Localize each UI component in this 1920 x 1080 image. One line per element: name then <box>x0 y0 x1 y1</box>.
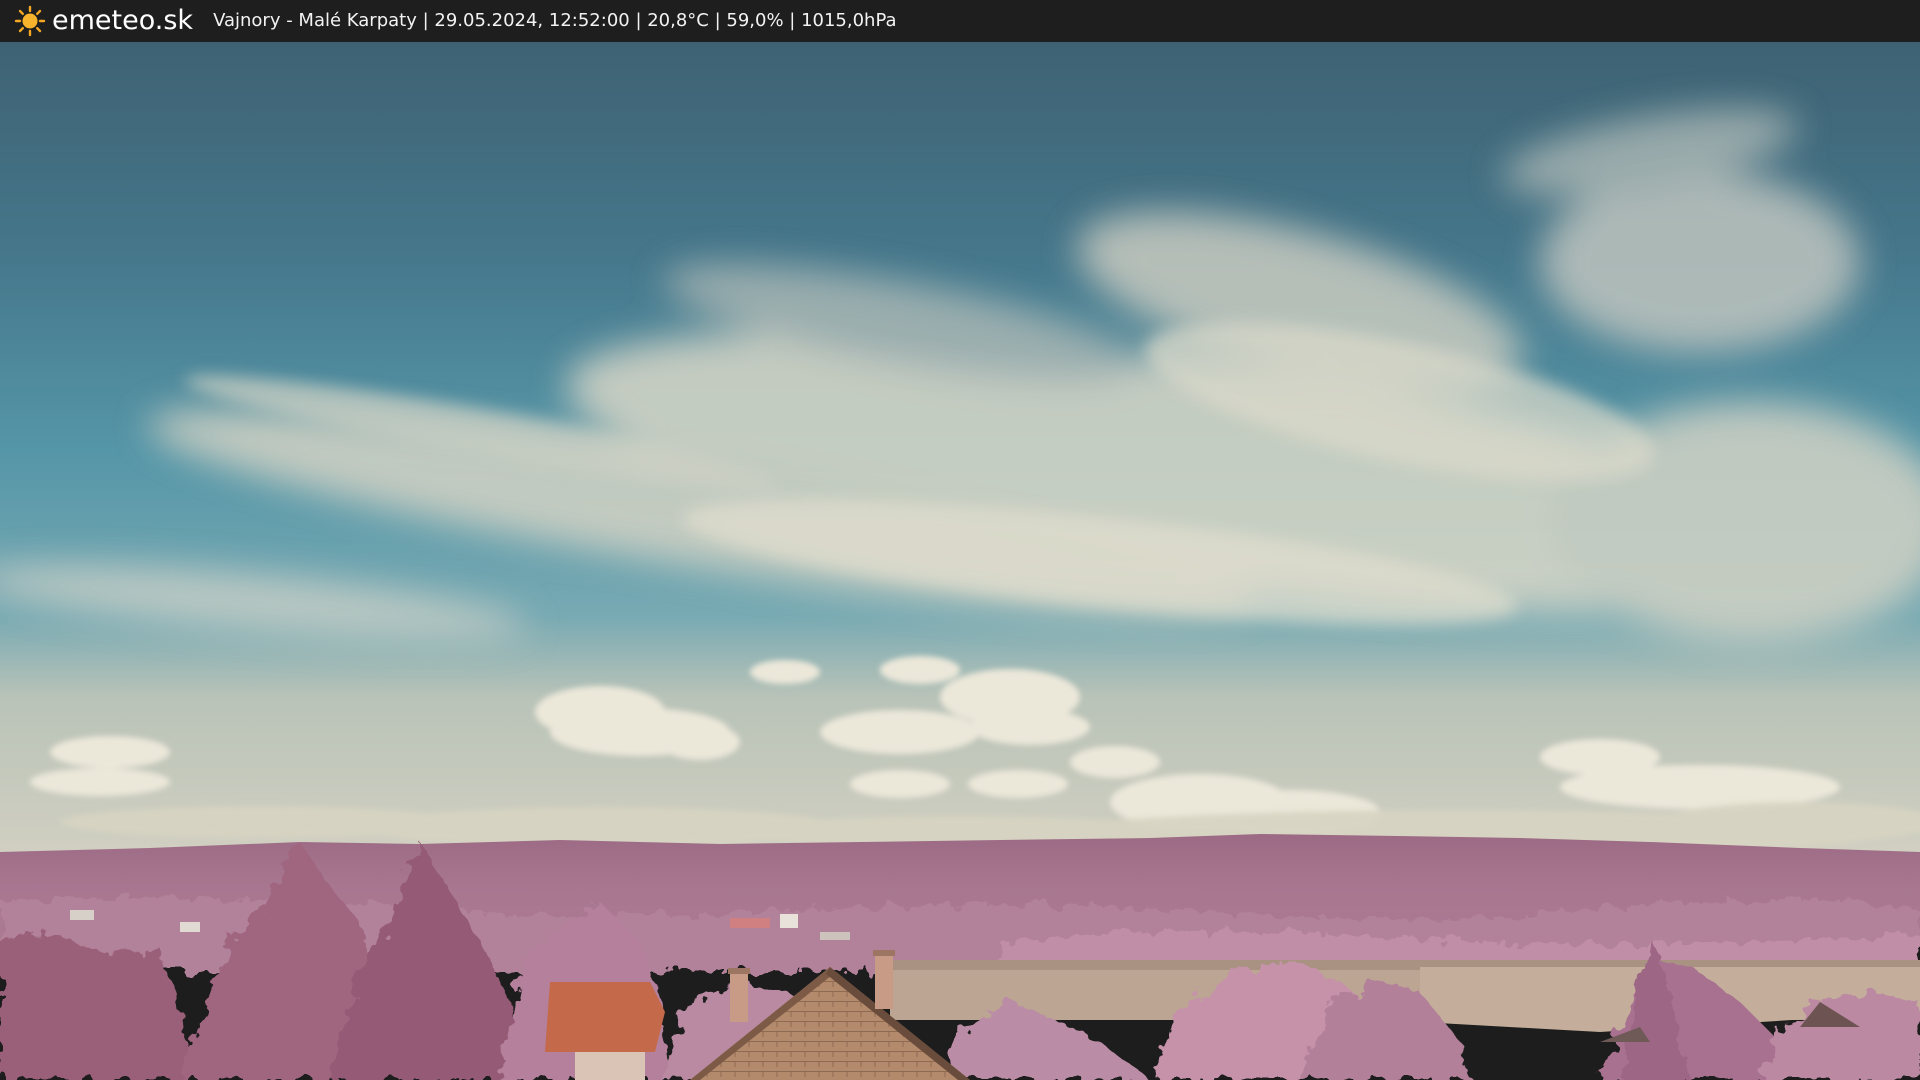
sun-icon <box>14 5 46 37</box>
station-caption: Vajnory - Malé Karpaty | 29.05.2024, 12:… <box>213 10 897 31</box>
site-logo[interactable]: emeteo.sk <box>14 0 193 42</box>
webcam-image <box>0 42 1920 1080</box>
header-bar: emeteo.sk Vajnory - Malé Karpaty | 29.05… <box>0 0 1920 42</box>
brand-name: emeteo.sk <box>52 5 194 36</box>
webcam-frame: emeteo.sk Vajnory - Malé Karpaty | 29.05… <box>0 0 1920 1080</box>
